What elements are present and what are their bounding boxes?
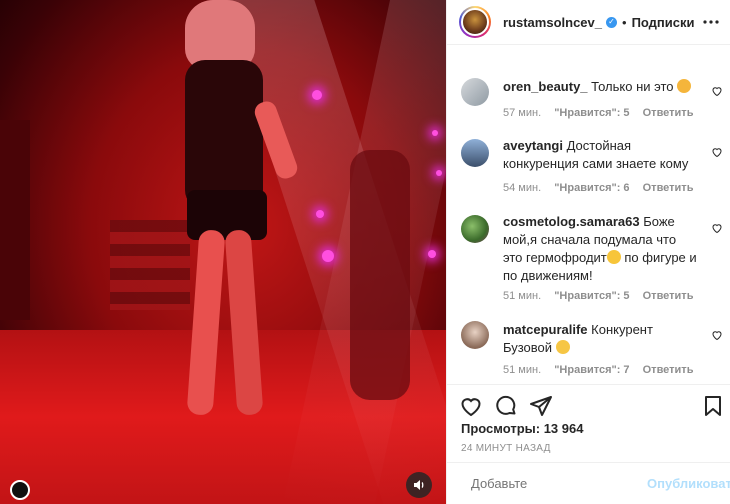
comment-likes[interactable]: "Нравится": 5 <box>554 290 629 302</box>
person-gesturing-no-emoji <box>677 79 692 93</box>
post-actions-bar <box>447 384 730 424</box>
heart-icon[interactable] <box>711 85 723 97</box>
speaker-icon <box>414 480 424 490</box>
share-icon[interactable] <box>529 394 553 418</box>
stage-light <box>436 170 442 176</box>
heart-icon[interactable] <box>711 146 723 158</box>
verified-badge-icon: ✓ <box>606 16 617 28</box>
publish-button[interactable]: Опубликовать <box>647 476 730 491</box>
author-username[interactable]: rustamsolncev_ <box>503 15 602 30</box>
add-comment-bar: Опубликовать <box>447 462 730 504</box>
separator-dot: • <box>622 14 627 30</box>
comment-likes[interactable]: "Нравится": 7 <box>554 364 629 376</box>
comment-meta: 51 мин. "Нравится": 5 Ответить <box>503 290 703 302</box>
post-details-pane: rustamsolncev_ ✓ • Подписки oren_beauty_… <box>446 0 730 504</box>
comment-likes[interactable]: "Нравится": 5 <box>554 107 629 119</box>
comment-meta: 54 мин. "Нравится": 6 Ответить <box>503 182 703 194</box>
commenter-avatar[interactable] <box>461 215 489 243</box>
comment-time: 57 мин. <box>503 107 542 119</box>
commenter-username[interactable]: oren_beauty_ <box>503 79 588 94</box>
video-player[interactable] <box>0 0 446 504</box>
sound-toggle-button[interactable] <box>406 472 432 498</box>
blush-emoji <box>606 250 621 264</box>
view-count[interactable]: Просмотры: 13 964 <box>461 421 583 436</box>
reply-button[interactable]: Ответить <box>643 364 694 376</box>
heart-icon[interactable] <box>711 222 723 234</box>
clapping-hands-emoji <box>555 340 570 354</box>
comment-icon[interactable] <box>494 394 518 418</box>
heart-icon[interactable] <box>711 329 723 341</box>
comments-list[interactable]: oren_beauty_ Только ни это 57 мин. "Нрав… <box>447 46 730 384</box>
commenter-avatar[interactable] <box>461 78 489 106</box>
stage-light <box>428 250 436 258</box>
background-dancer <box>350 150 410 400</box>
commenter-avatar[interactable] <box>461 321 489 349</box>
reply-button[interactable]: Ответить <box>643 107 694 119</box>
comment-body: cosmetolog.samara63 Боже мой,я сначала п… <box>503 213 698 285</box>
bookmark-icon[interactable] <box>701 394 725 418</box>
reply-button[interactable]: Ответить <box>643 290 694 302</box>
comment-input[interactable] <box>471 476 647 491</box>
comment-meta: 51 мин. "Нравится": 7 Ответить <box>503 364 703 376</box>
comment-text: Только ни это <box>591 79 674 94</box>
user-tag-icon[interactable] <box>10 480 30 500</box>
comment-body: aveytangi Достойная конкуренция сами зна… <box>503 137 698 173</box>
following-button[interactable]: Подписки <box>632 15 695 30</box>
avatar[interactable] <box>459 6 491 38</box>
comment-time: 54 мин. <box>503 182 542 194</box>
stage-light <box>316 210 324 218</box>
comment-time: 51 мин. <box>503 290 542 302</box>
stage-light <box>322 250 334 262</box>
stage-light <box>432 130 438 136</box>
commenter-username[interactable]: cosmetolog.samara63 <box>503 214 640 229</box>
comment-body: matcepuralife Конкурент Бузовой <box>503 321 698 357</box>
heart-icon[interactable] <box>459 394 483 418</box>
commenter-avatar[interactable] <box>461 139 489 167</box>
background-figure <box>0 120 30 320</box>
commenter-username[interactable]: aveytangi <box>503 138 563 153</box>
reply-button[interactable]: Ответить <box>643 182 694 194</box>
more-options-icon[interactable] <box>703 14 719 30</box>
stage-light <box>312 90 322 100</box>
commenter-username[interactable]: matcepuralife <box>503 322 588 337</box>
performer <box>165 0 301 430</box>
comment-body: oren_beauty_ Только ни это <box>503 78 698 96</box>
comment-likes[interactable]: "Нравится": 6 <box>554 182 629 194</box>
comment-meta: 57 мин. "Нравится": 5 Ответить <box>503 107 703 119</box>
post-header: rustamsolncev_ ✓ • Подписки <box>447 0 730 45</box>
comment-time: 51 мин. <box>503 364 542 376</box>
post-timestamp[interactable]: 24 МИНУТ НАЗАД <box>461 443 551 454</box>
